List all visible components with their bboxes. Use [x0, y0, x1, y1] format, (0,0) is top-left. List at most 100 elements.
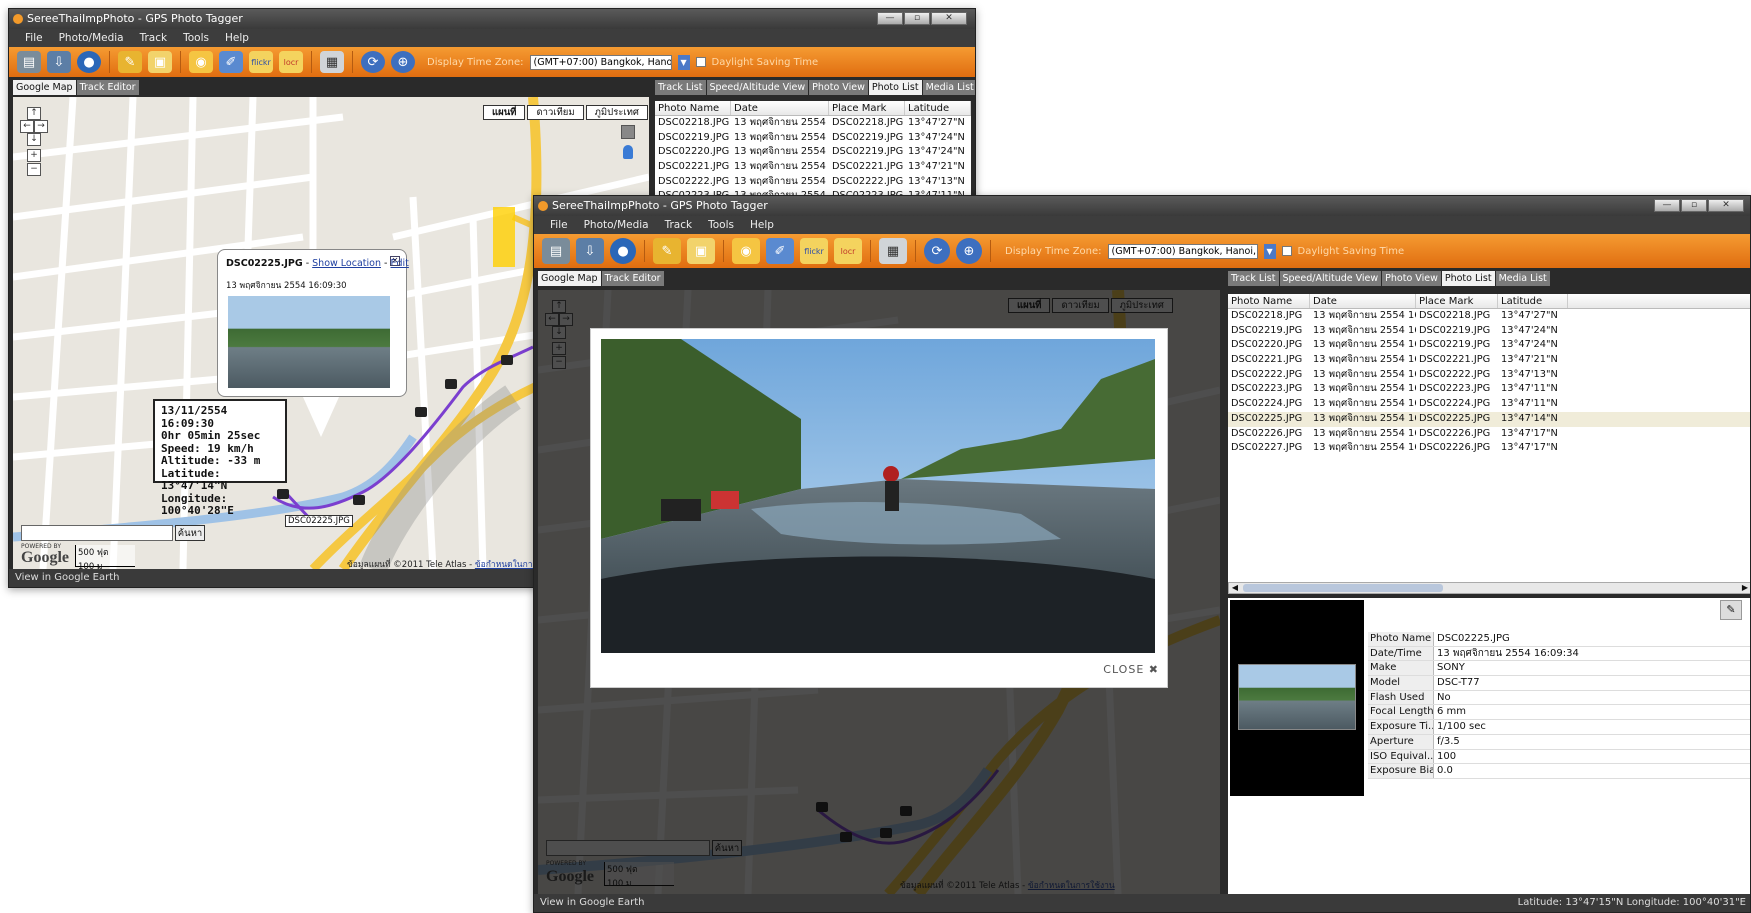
- preview-thumbnail[interactable]: [1238, 664, 1356, 730]
- table-row[interactable]: DSC02218.JPG13 พฤศจิกายน 2554 16:DSC0221…: [655, 116, 971, 131]
- sync-icon[interactable]: ⟳: [361, 51, 385, 73]
- menu-help[interactable]: Help: [742, 219, 782, 231]
- show-location-link[interactable]: Show Location: [312, 258, 381, 269]
- dst-checkbox[interactable]: [1281, 246, 1292, 256]
- table-row[interactable]: DSC02221.JPG13 พฤศจิกายน 2554 16:DSC0222…: [655, 160, 971, 175]
- gps-icon[interactable]: ◉: [732, 238, 760, 264]
- tab-photo-view[interactable]: Photo View: [809, 80, 868, 95]
- table-row[interactable]: DSC02220.JPG 13 พฤศจิกายน 2554 16:DSC0221…: [1228, 338, 1750, 353]
- timezone-select[interactable]: (GMT+07:00) Bangkok, Hanoi, Jakar: [1107, 243, 1258, 259]
- camera-marker-icon[interactable]: [277, 489, 289, 499]
- table-row[interactable]: DSC02222.JPG13 พฤศจิกายน 2554 16:DSC0222…: [1228, 368, 1750, 383]
- view-in-google-earth-link[interactable]: View in Google Earth: [15, 572, 119, 583]
- col-date[interactable]: Date: [731, 101, 829, 115]
- col-latitude[interactable]: Latitude: [1498, 294, 1568, 308]
- tab-speed-altitude[interactable]: Speed/Altitude View: [1279, 271, 1382, 286]
- table-row[interactable]: DSC02218.JPG13 พฤศจิกายน 2554 16:DSC0221…: [1228, 309, 1750, 324]
- map-search-input[interactable]: [21, 525, 173, 541]
- pencil-icon[interactable]: ✐: [766, 238, 794, 264]
- pan-right-button[interactable]: →: [34, 120, 48, 133]
- table-row[interactable]: DSC02220.JPG 13 พฤศจิกายน 2554 16:DSC0221…: [655, 145, 971, 160]
- tab-google-map[interactable]: Google Map: [538, 271, 601, 286]
- dst-checkbox[interactable]: [695, 57, 706, 67]
- table-row[interactable]: DSC02227.JPG 13 พฤศจิกายน 2554 16: DSC0222…: [1228, 441, 1750, 456]
- tab-track-editor[interactable]: Track Editor: [76, 80, 139, 95]
- map-type-terrain[interactable]: ภูมิประเทศ: [585, 105, 648, 120]
- edit-icon[interactable]: ✎: [653, 238, 681, 264]
- tab-photo-view[interactable]: Photo View: [1382, 271, 1441, 286]
- table-horizontal-scrollbar[interactable]: ◀ ▶: [1228, 582, 1750, 594]
- camera-marker-icon[interactable]: [353, 495, 365, 505]
- edit-tag-icon[interactable]: ✎: [1720, 600, 1742, 620]
- col-photo-name[interactable]: Photo Name: [655, 101, 731, 115]
- menu-tools[interactable]: Tools: [700, 219, 742, 231]
- maximize-button[interactable]: ▫: [904, 12, 930, 25]
- tab-media-list[interactable]: Media List: [922, 80, 975, 95]
- export-icon[interactable]: ▦: [320, 51, 344, 73]
- lightbox-close-button[interactable]: CLOSE ✖: [1103, 663, 1159, 676]
- import-photo-icon[interactable]: ⇩: [576, 238, 604, 264]
- globe-icon[interactable]: ⊕: [391, 51, 415, 73]
- flickr-icon[interactable]: flickr: [249, 51, 273, 73]
- menu-track[interactable]: Track: [657, 219, 700, 231]
- table-row[interactable]: DSC02219.JPG13 พฤศจิกายน 2554 16:DSC0221…: [655, 131, 971, 146]
- street-view-icon[interactable]: [621, 125, 635, 139]
- pegman-icon[interactable]: [623, 145, 633, 159]
- zoom-out-button[interactable]: −: [27, 163, 41, 176]
- table-row[interactable]: DSC02224.JPG 13 พฤศจิกายน 2554 16: DSC0222…: [1228, 397, 1750, 412]
- locr-icon[interactable]: locr: [279, 51, 303, 73]
- table-row[interactable]: DSC02222.JPG13 พฤศจิกายน 2554 16:DSC0222…: [655, 175, 971, 190]
- camera-marker-icon[interactable]: [415, 407, 427, 417]
- close-button[interactable]: ✕: [931, 12, 967, 25]
- import-track-icon[interactable]: ▤: [17, 51, 41, 73]
- timezone-select[interactable]: (GMT+07:00) Bangkok, Hanoi, Jakar: [529, 54, 672, 70]
- tab-google-map[interactable]: Google Map: [13, 80, 76, 95]
- tab-photo-list[interactable]: Photo List: [868, 80, 922, 95]
- table-row[interactable]: DSC02221.JPG13 พฤศจิกายน 2554 16:DSC0222…: [1228, 353, 1750, 368]
- camera-marker-icon[interactable]: [445, 379, 457, 389]
- menu-file[interactable]: File: [542, 219, 576, 231]
- col-date[interactable]: Date: [1310, 294, 1416, 308]
- tab-photo-list[interactable]: Photo List: [1441, 271, 1495, 286]
- view-in-google-earth-link[interactable]: View in Google Earth: [540, 897, 644, 908]
- table-row[interactable]: DSC02223.JPG13 พฤศจิกายน 2554 16:DSC0222…: [1228, 382, 1750, 397]
- pencil-icon[interactable]: ✐: [219, 51, 243, 73]
- scroll-thumb[interactable]: [1243, 584, 1443, 592]
- tab-track-list[interactable]: Track List: [1228, 271, 1279, 286]
- minimize-button[interactable]: —: [1654, 199, 1680, 212]
- minimize-button[interactable]: —: [877, 12, 903, 25]
- scroll-right-icon[interactable]: ▶: [1739, 583, 1750, 593]
- map-type-map[interactable]: แผนที่: [483, 105, 526, 120]
- tab-media-list[interactable]: Media List: [1495, 271, 1550, 286]
- table-row[interactable]: DSC02219.JPG13 พฤศจิกายน 2554 16:DSC0221…: [1228, 324, 1750, 339]
- locr-icon[interactable]: locr: [834, 238, 862, 264]
- export-icon[interactable]: ▦: [879, 238, 907, 264]
- popup-photo-thumbnail[interactable]: [228, 296, 390, 388]
- col-place-mark[interactable]: Place Mark: [829, 101, 905, 115]
- menu-photo-media[interactable]: Photo/Media: [576, 219, 657, 231]
- picture-icon[interactable]: ▣: [148, 51, 172, 73]
- import-photo-icon[interactable]: ⇩: [47, 51, 71, 73]
- import-track-icon[interactable]: ▤: [542, 238, 570, 264]
- pan-down-button[interactable]: ↓: [27, 133, 41, 146]
- table-row[interactable]: DSC02226.JPG 13 พฤศจิกายน 2554 16: DSC0222…: [1228, 427, 1750, 442]
- col-latitude[interactable]: Latitude: [905, 101, 971, 115]
- tab-speed-altitude[interactable]: Speed/Altitude View: [706, 80, 809, 95]
- sync-icon[interactable]: ⟳: [924, 238, 950, 264]
- table-row[interactable]: DSC02225.JPG 13 พฤศจิกายน 2554 16: DSC0222…: [1228, 411, 1750, 427]
- close-icon[interactable]: ✕: [390, 256, 400, 266]
- close-button[interactable]: ✕: [1708, 199, 1744, 212]
- maximize-button[interactable]: ▫: [1681, 199, 1707, 212]
- menu-file[interactable]: File: [17, 32, 51, 44]
- picture-icon[interactable]: ▣: [687, 238, 715, 264]
- scroll-left-icon[interactable]: ◀: [1229, 583, 1241, 593]
- menu-tools[interactable]: Tools: [175, 32, 217, 44]
- camera-marker-icon[interactable]: [501, 355, 513, 365]
- col-place-mark[interactable]: Place Mark: [1416, 294, 1498, 308]
- menu-photo-media[interactable]: Photo/Media: [51, 32, 132, 44]
- edit-icon[interactable]: ✎: [118, 51, 142, 73]
- google-earth-icon[interactable]: ●: [77, 51, 101, 73]
- pan-up-button[interactable]: ↑: [27, 107, 41, 120]
- zoom-in-button[interactable]: +: [27, 149, 41, 162]
- chevron-down-icon[interactable]: ▼: [1263, 243, 1276, 259]
